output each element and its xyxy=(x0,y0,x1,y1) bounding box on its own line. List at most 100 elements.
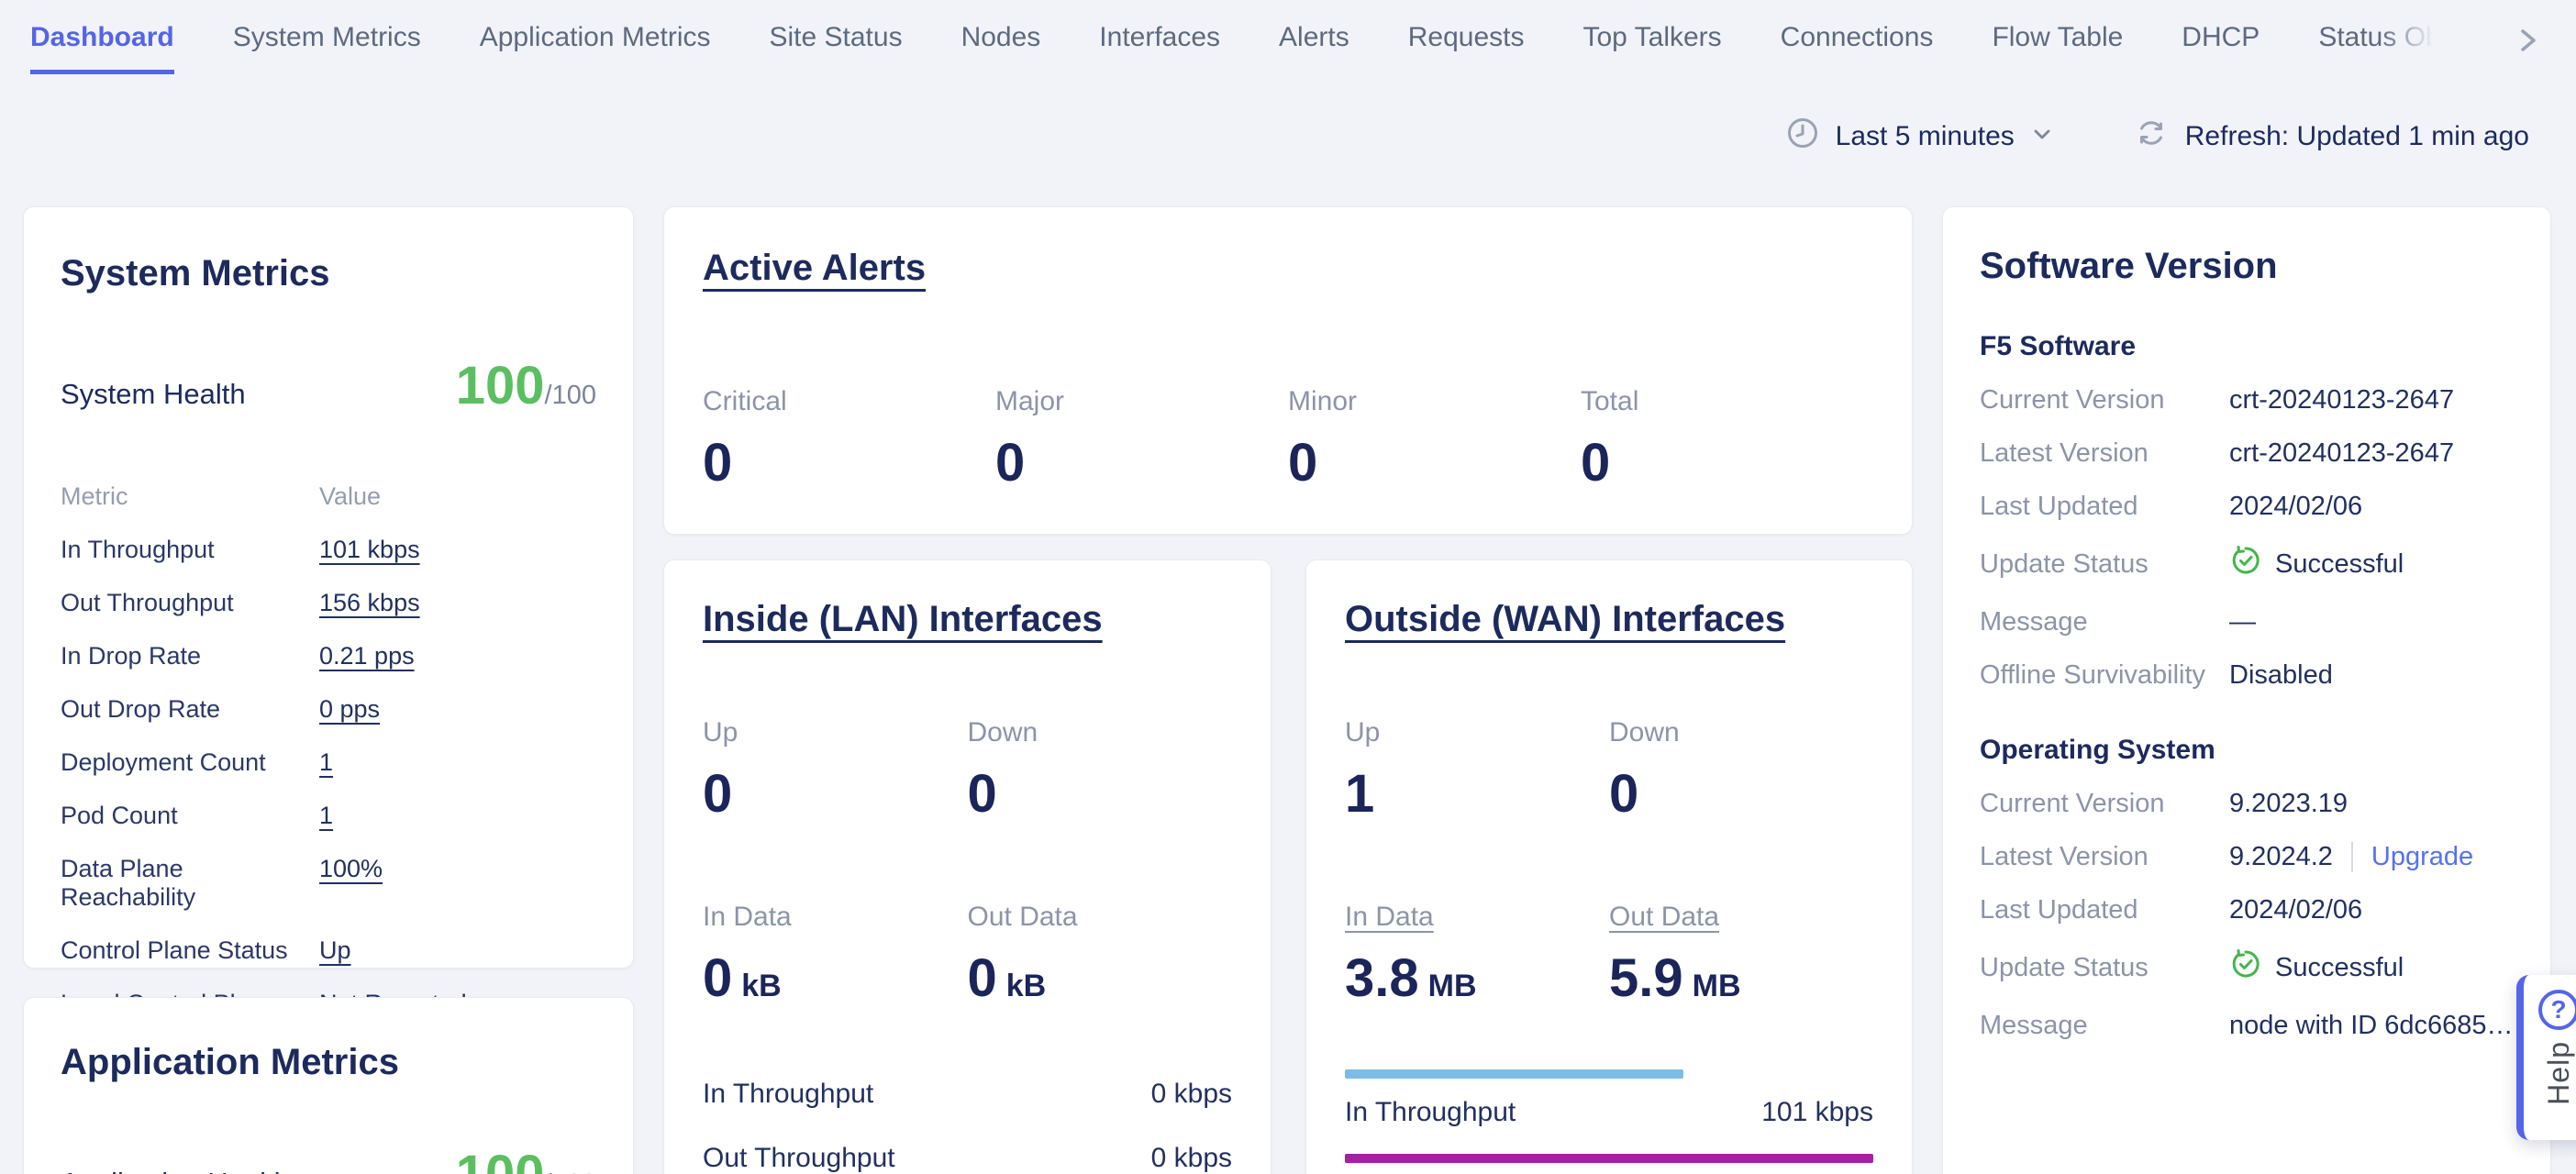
nav-overflow-chevron-right-icon[interactable] xyxy=(2514,22,2543,63)
tab-requests[interactable]: Requests xyxy=(1408,22,1525,74)
row-label: Current Version xyxy=(1980,789,2229,819)
wan-in-data-link[interactable]: In Data xyxy=(1345,902,1434,932)
metric-value-link[interactable]: 1 xyxy=(319,748,333,777)
metric-value-link[interactable]: 100% xyxy=(319,855,383,883)
lan-in-data-unit: kB xyxy=(741,969,781,1003)
tab-top-talkers[interactable]: Top Talkers xyxy=(1582,22,1721,74)
application-health-label: Application Health xyxy=(61,1167,290,1174)
metric-value-link[interactable]: Up xyxy=(319,936,351,965)
lan-out-data-label: Out Data xyxy=(968,902,1233,933)
table-row: Control Plane StatusUp xyxy=(61,936,596,965)
lan-updown-stats: Up 0 Down 0 xyxy=(703,717,1232,825)
lan-up-value: 0 xyxy=(703,763,968,825)
wan-down-stat: Down 0 xyxy=(1609,717,1873,825)
metric-label: Pod Count xyxy=(61,802,319,830)
lan-data-stats: In Data 0kB Out Data 0kB xyxy=(703,902,1232,1009)
lan-out-throughput-row: Out Throughput 0 kbps xyxy=(703,1143,1232,1174)
application-health-max: /100 xyxy=(545,1169,596,1174)
wan-out-data-stat: Out Data 5.9MB xyxy=(1609,902,1873,1009)
alert-stat-major: Major 0 xyxy=(995,386,1288,493)
row-value: Successful xyxy=(2229,947,2514,988)
alert-stat-label: Total xyxy=(1581,386,1873,417)
wan-down-value: 0 xyxy=(1609,763,1873,825)
lan-interfaces-title-link[interactable]: Inside (LAN) Interfaces xyxy=(703,599,1103,640)
lan-in-throughput-row: In Throughput 0 kbps xyxy=(703,1079,1232,1110)
metric-value-link[interactable]: 156 kbps xyxy=(319,589,420,617)
row-value: 2024/02/06 xyxy=(2229,492,2514,522)
table-row: Out Drop Rate0 pps xyxy=(61,695,596,724)
os-update-status-row: Update Status Successful xyxy=(1980,947,2514,988)
row-value: crt-20240123-2647 xyxy=(2229,438,2514,469)
tab-system-metrics[interactable]: System Metrics xyxy=(233,22,421,74)
table-row: In Drop Rate0.21 pps xyxy=(61,642,596,670)
alert-stat-value: 0 xyxy=(995,432,1288,493)
tab-connections[interactable]: Connections xyxy=(1781,22,1934,74)
wan-interfaces-title-link[interactable]: Outside (WAN) Interfaces xyxy=(1345,599,1785,640)
lan-in-data-label: In Data xyxy=(703,902,968,933)
metric-value-link[interactable]: 1 xyxy=(319,802,333,830)
os-current-version-row: Current Version 9.2023.19 xyxy=(1980,788,2514,819)
alert-stat-critical: Critical 0 xyxy=(703,386,995,493)
metric-label: In Drop Rate xyxy=(61,642,319,670)
tab-nodes[interactable]: Nodes xyxy=(961,22,1041,74)
metric-value-link[interactable]: 0.21 pps xyxy=(319,642,415,670)
tab-status-objects[interactable]: Status Ob xyxy=(2318,22,2440,74)
application-metrics-card: Application Metrics Application Health 1… xyxy=(23,997,634,1174)
metric-value-link[interactable]: 101 kbps xyxy=(319,536,420,564)
table-row: Pod Count1 xyxy=(61,802,596,830)
metric-value-link[interactable]: 0 pps xyxy=(319,695,380,724)
active-alerts-title-link[interactable]: Active Alerts xyxy=(703,248,926,289)
lan-interfaces-card: Inside (LAN) Interfaces Up 0 Down 0 In D… xyxy=(663,559,1271,1174)
alert-stat-value: 0 xyxy=(1581,432,1873,493)
tab-interfaces[interactable]: Interfaces xyxy=(1099,22,1220,74)
metric-label: Out Drop Rate xyxy=(61,695,319,724)
table-row: In Throughput101 kbps xyxy=(61,536,596,564)
row-label: Latest Version xyxy=(1980,842,2229,872)
metric-label: Data Plane Reachability xyxy=(61,855,319,912)
system-metrics-card: System Metrics System Health 100/100 Met… xyxy=(23,206,634,969)
lan-out-data-value: 0kB xyxy=(968,947,1233,1009)
tab-flow-table[interactable]: Flow Table xyxy=(1992,22,2123,74)
software-version-card: Software Version F5 Software Current Ver… xyxy=(1942,206,2551,1174)
row-value: — xyxy=(2229,607,2514,637)
column-header-metric: Metric xyxy=(61,482,319,511)
row-value: crt-20240123-2647 xyxy=(2229,385,2514,415)
refresh-icon xyxy=(2134,116,2169,158)
upgrade-link[interactable]: Upgrade xyxy=(2351,842,2473,872)
tab-site-status[interactable]: Site Status xyxy=(770,22,903,74)
os-latest-version-row: Latest Version 9.2024.2 Upgrade xyxy=(1980,841,2514,872)
update-success-check-icon xyxy=(2229,947,2262,988)
lan-throughput-rows: In Throughput 0 kbps Out Throughput 0 kb… xyxy=(703,1079,1232,1174)
f5-offline-survivability-row: Offline Survivability Disabled xyxy=(1980,659,2514,691)
lan-in-data-value: 0kB xyxy=(703,947,968,1009)
f5-last-updated-row: Last Updated 2024/02/06 xyxy=(1980,491,2514,522)
lan-down-stat: Down 0 xyxy=(968,717,1233,825)
tab-alerts[interactable]: Alerts xyxy=(1279,22,1349,74)
lan-up-stat: Up 0 xyxy=(703,717,968,825)
active-alerts-stats: Critical 0 Major 0 Minor 0 Total 0 xyxy=(703,386,1873,493)
help-tab[interactable]: ? Help xyxy=(2516,975,2576,1140)
wan-interfaces-card: Outside (WAN) Interfaces Up 1 Down 0 In … xyxy=(1305,559,1913,1174)
operating-system-heading: Operating System xyxy=(1980,735,2514,766)
wan-in-data-stat: In Data 3.8MB xyxy=(1345,902,1609,1009)
lan-out-data-unit: kB xyxy=(1006,969,1046,1003)
tab-dashboard[interactable]: Dashboard xyxy=(30,22,174,74)
table-header: Metric Value xyxy=(61,482,596,511)
table-row: Out Throughput156 kbps xyxy=(61,589,596,617)
wan-out-data-link[interactable]: Out Data xyxy=(1609,902,1719,932)
wan-up-stat: Up 1 xyxy=(1345,717,1609,825)
update-success-check-icon xyxy=(2229,544,2262,584)
tab-dhcp[interactable]: DHCP xyxy=(2182,22,2260,74)
application-health-row: Application Health 100/100 xyxy=(61,1144,596,1174)
tab-application-metrics[interactable]: Application Metrics xyxy=(480,22,711,74)
row-label: Last Updated xyxy=(1980,895,2229,925)
wan-in-throughput-row: In Throughput 101 kbps xyxy=(1345,1097,1873,1128)
row-label: Offline Survivability xyxy=(1980,660,2229,691)
application-metrics-title: Application Metrics xyxy=(61,1042,596,1083)
dashboard-page: Dashboard System Metrics Application Met… xyxy=(0,0,2576,1174)
row-value: Disabled xyxy=(2229,660,2514,691)
system-health-label: System Health xyxy=(61,378,246,411)
row-value: 9.2024.2 Upgrade xyxy=(2229,842,2514,872)
refresh-control[interactable]: Refresh: Updated 1 min ago xyxy=(2134,116,2529,158)
time-range-picker[interactable]: Last 5 minutes xyxy=(1786,116,2053,157)
